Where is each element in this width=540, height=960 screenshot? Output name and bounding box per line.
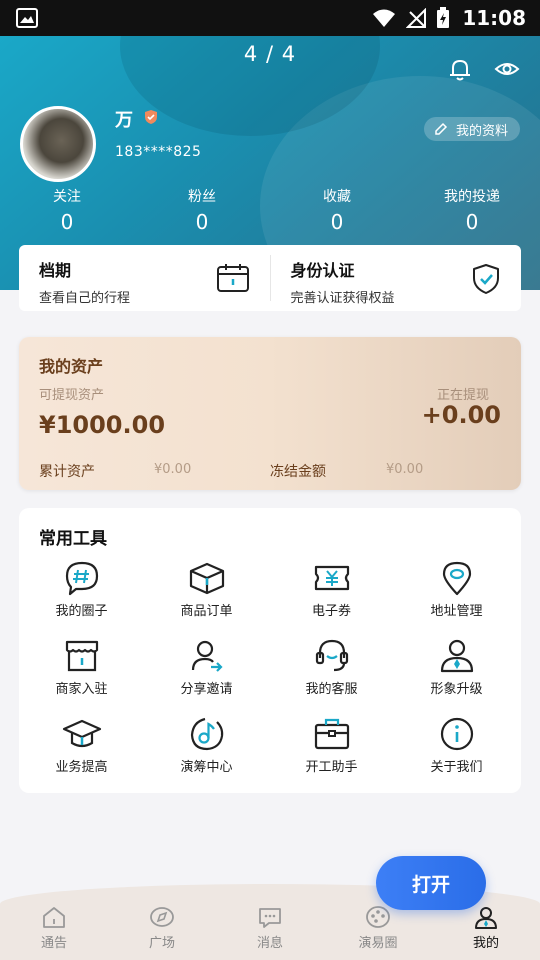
home-icon — [43, 907, 65, 928]
schedule-card[interactable]: 档期 查看自己的行程 — [19, 245, 270, 311]
tool-label: 分享邀请 — [180, 682, 233, 697]
frozen-value: ¥0.00 — [386, 462, 424, 477]
verified-shield-icon — [145, 110, 157, 124]
stat-value: 0 — [60, 210, 74, 234]
nav-item-notices[interactable]: 通告 — [0, 898, 108, 960]
identity-card[interactable]: 身份认证 完善认证获得权益 — [271, 245, 522, 311]
stat-following[interactable]: 关注 0 — [37, 186, 97, 234]
circle-hash-icon — [65, 561, 98, 596]
no-signal-icon — [406, 8, 427, 28]
withdrawing-amount: +0.00 — [421, 401, 501, 429]
tool-label: 我的客服 — [305, 682, 358, 697]
share-user-icon — [191, 640, 223, 672]
my-profile-label: 我的资料 — [455, 123, 508, 139]
edit-icon — [435, 122, 448, 135]
ticket-icon — [314, 565, 349, 591]
stat-fans[interactable]: 粉丝 0 — [172, 186, 232, 234]
stat-label: 粉丝 — [188, 189, 216, 205]
accumulated-value: ¥0.00 — [154, 462, 192, 477]
bell-icon[interactable] — [447, 56, 473, 82]
tool-label: 商家入驻 — [55, 682, 108, 697]
tool-label: 开工助手 — [305, 760, 358, 775]
assets-card[interactable]: 我的资产 可提现资产 ¥1000.00 正在提现 +0.00 累计资产 ¥0.0… — [19, 337, 521, 490]
stat-favorites[interactable]: 收藏 0 — [307, 186, 367, 234]
tool-label: 业务提高 — [55, 760, 108, 775]
profile-icon — [475, 907, 497, 929]
nav-label: 我的 — [472, 936, 499, 951]
stat-label: 收藏 — [323, 189, 351, 205]
message-icon — [259, 908, 281, 928]
withdrawable-amount: ¥1000.00 — [39, 411, 166, 439]
palette-icon — [366, 906, 390, 928]
frozen-label: 冻结金额 — [270, 464, 326, 480]
tool-merchant[interactable]: 商家入驻 — [19, 636, 144, 697]
graduation-cap-icon — [62, 719, 101, 748]
tool-label: 我的圈子 — [55, 604, 108, 619]
stat-value: 0 — [330, 210, 344, 234]
tool-work-assistant[interactable]: 开工助手 — [269, 714, 394, 775]
eye-icon[interactable] — [494, 56, 520, 82]
gallery-notification-icon — [16, 8, 38, 28]
tool-label: 地址管理 — [430, 604, 483, 619]
compass-icon — [150, 907, 174, 927]
tool-e-coupon[interactable]: 电子券 — [269, 558, 394, 619]
stat-label: 关注 — [53, 189, 81, 205]
tools-title: 常用工具 — [39, 529, 107, 549]
headset-icon — [315, 639, 348, 672]
tool-label: 演筹中心 — [180, 760, 233, 775]
nav-label: 通告 — [40, 936, 67, 951]
nav-label: 广场 — [148, 936, 175, 951]
status-bar: 11:08 — [0, 0, 540, 36]
store-icon — [65, 640, 98, 672]
withdrawable-label: 可提现资产 — [39, 388, 105, 403]
nav-item-messages[interactable]: 消息 — [216, 898, 324, 960]
tool-share-invite[interactable]: 分享邀请 — [144, 636, 269, 697]
user-phone: 183****825 — [115, 144, 202, 160]
calendar-icon — [216, 264, 249, 292]
tool-my-circle[interactable]: 我的圈子 — [19, 558, 144, 619]
music-note-icon — [190, 717, 223, 751]
avatar[interactable] — [20, 106, 96, 182]
info-icon — [440, 717, 473, 751]
tool-label: 商品订单 — [180, 604, 233, 619]
accumulated-label: 累计资产 — [39, 464, 95, 480]
tool-label: 关于我们 — [430, 760, 483, 775]
battery-charging-icon — [437, 7, 450, 28]
tool-label: 形象升级 — [430, 682, 483, 697]
wifi-icon — [373, 9, 396, 27]
tool-address[interactable]: 地址管理 — [394, 558, 519, 619]
tool-image-upgrade[interactable]: 形象升级 — [394, 636, 519, 697]
open-button[interactable]: 打开 — [376, 856, 486, 910]
stat-my-submissions[interactable]: 我的投递 0 — [432, 186, 512, 234]
quick-cards: 档期 查看自己的行程 身份认证 完善认证获得权益 — [19, 245, 521, 311]
my-profile-button[interactable]: 我的资料 — [423, 117, 520, 141]
tools-panel: 常用工具 我的圈子 商品订单 电子券 地址管理 商家入驻 分享邀请 我的客服 形… — [19, 508, 521, 793]
stat-label: 我的投递 — [444, 189, 500, 205]
tool-about-us[interactable]: 关于我们 — [394, 714, 519, 775]
nav-label: 消息 — [256, 936, 283, 951]
box-icon — [189, 562, 224, 595]
user-tie-icon — [440, 639, 473, 673]
assets-title: 我的资产 — [39, 357, 104, 376]
nav-label: 演易圈 — [358, 936, 398, 951]
stat-value: 0 — [465, 210, 479, 234]
tool-business-improve[interactable]: 业务提高 — [19, 714, 144, 775]
location-icon — [442, 561, 471, 596]
tool-orders[interactable]: 商品订单 — [144, 558, 269, 619]
tool-label: 电子券 — [311, 604, 351, 619]
user-name: 万 — [115, 110, 133, 131]
tool-customer-service[interactable]: 我的客服 — [269, 636, 394, 697]
briefcase-icon — [314, 718, 349, 750]
clock: 11:08 — [462, 6, 526, 30]
stat-value: 0 — [195, 210, 209, 234]
shield-check-icon — [473, 264, 499, 294]
tool-casting-center[interactable]: 演筹中心 — [144, 714, 269, 775]
nav-item-plaza[interactable]: 广场 — [108, 898, 216, 960]
